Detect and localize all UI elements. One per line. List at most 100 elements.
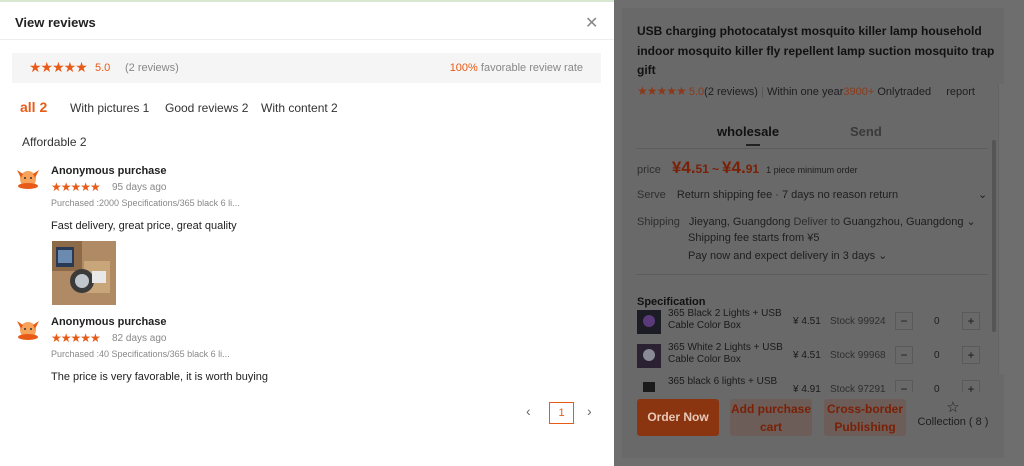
spec-price: ¥ 4.51 [793, 316, 821, 327]
review-count: (2 reviews) [125, 62, 179, 74]
review-item: Anonymous purchase ★★★★★ 95 days ago Pur… [16, 165, 596, 310]
product-card: USB charging photocatalyst mosquito kill… [622, 8, 1004, 458]
divider [636, 274, 988, 275]
increment-button[interactable]: + [962, 312, 980, 330]
quantity-value[interactable]: 0 [934, 350, 940, 361]
spec-thumbnail [637, 344, 661, 368]
divider [636, 148, 988, 149]
side-panel-edge [998, 84, 1024, 374]
shipping-row: Shipping Jieyang, Guangdong Deliver to G… [637, 215, 976, 228]
shipping-label: Shipping [637, 216, 680, 228]
favorable-rate-value: 100% [449, 62, 478, 74]
chevron-left-icon[interactable]: ‹ [526, 403, 531, 419]
action-bar: Order Now Add purchase cart Cross-border… [622, 392, 1004, 458]
deliver-to-label: Deliver to [793, 216, 840, 228]
purchased-spec: Purchased :2000 Specifications/365 black… [51, 198, 240, 208]
product-stars: ★★★★★ [637, 84, 687, 98]
filter-affordable[interactable]: Affordable 2 [22, 135, 87, 149]
review-item: Anonymous purchase ★★★★★ 82 days ago Pur… [16, 316, 596, 386]
shipping-fee: Shipping fee starts from ¥5 [688, 232, 820, 244]
review-stars: ★★★★★ [51, 331, 101, 345]
quantity-value[interactable]: 0 [934, 316, 940, 327]
spec-name: 365 Black 2 Lights + USB Cable Color Box [668, 308, 782, 331]
cross-border-label-2: Publishing [834, 420, 896, 434]
favorable-rate-label: favorable review rate [480, 62, 583, 74]
review-text: Fast delivery, great price, great qualit… [51, 220, 237, 232]
decrement-button[interactable]: − [895, 312, 913, 330]
spec-price: ¥ 4.51 [793, 350, 821, 361]
tab-wholesale[interactable]: wholesale [717, 124, 779, 139]
price-row: price ¥4.51 ~ ¥4.91 1 piece minimum orde… [637, 158, 858, 178]
within-label: Within one year [766, 86, 844, 98]
review-date: 95 days ago [112, 182, 167, 193]
reviews-dialog: View reviews ✕ ★★★★★ 5.0 (2 reviews) 100… [0, 0, 614, 466]
chevron-down-icon: ⌄ [878, 250, 888, 262]
filter-with-content[interactable]: With content 2 [261, 101, 338, 115]
filter-with-pictures[interactable]: With pictures 1 [70, 101, 149, 115]
rating-stars: ★★★★★ [29, 59, 88, 75]
decrement-button[interactable]: − [895, 346, 913, 364]
page-number-button[interactable]: 1 [549, 402, 574, 424]
spec-row: 365 White 2 Lights + USB Cable Color Box… [637, 342, 987, 372]
spec-name: 365 black 6 lights + USB [668, 376, 778, 387]
spec-stock: Stock 99968 [830, 350, 886, 361]
serve-row[interactable]: Serve Return shipping fee · 7 days no re… [637, 189, 898, 201]
close-icon[interactable]: ✕ [585, 13, 598, 33]
increment-button[interactable]: + [962, 346, 980, 364]
avatar [17, 321, 39, 340]
delivery-estimate-text: Pay now and expect delivery in 3 days [688, 250, 876, 262]
product-score: 5.0 [688, 86, 705, 98]
add-to-cart-button[interactable]: Add purchase cart [730, 399, 812, 436]
avatar [17, 170, 39, 189]
filter-all[interactable]: all 2 [20, 99, 47, 115]
spec-stock: Stock 99924 [830, 316, 886, 327]
chevron-down-icon[interactable]: ⌄ [967, 216, 976, 228]
spec-title: Specification [637, 296, 706, 308]
filter-good-reviews[interactable]: Good reviews 2 [165, 101, 248, 115]
review-photo[interactable] [52, 241, 116, 305]
serve-label: Serve [637, 189, 666, 201]
review-date: 82 days ago [112, 333, 167, 344]
chevron-right-icon[interactable]: › [587, 403, 592, 419]
traded-count: 3900+ [843, 86, 875, 98]
price-high-dec: 91 [745, 162, 760, 176]
traded-label: Onlytraded [877, 86, 932, 98]
product-detail-overlay: USB charging photocatalyst mosquito kill… [614, 0, 1024, 466]
reviewer-name: Anonymous purchase [51, 316, 167, 328]
rating-summary: ★★★★★ 5.0 (2 reviews) 100% favorable rev… [12, 53, 601, 83]
ship-from: Jieyang, Guangdong [688, 216, 791, 228]
review-text: The price is very favorable, it is worth… [51, 371, 269, 383]
spec-row: 365 Black 2 Lights + USB Cable Color Box… [637, 308, 987, 338]
price-label: price [637, 164, 661, 176]
product-review-count[interactable]: (2 reviews) [704, 86, 758, 98]
active-tab-indicator [746, 144, 760, 146]
product-title: USB charging photocatalyst mosquito kill… [637, 24, 995, 77]
favorable-rate: 100% favorable review rate [450, 62, 583, 74]
spec-thumbnail [637, 310, 661, 334]
price-low-int: ¥4. [671, 158, 696, 177]
rating-score: 5.0 [95, 62, 111, 74]
product-meta: ★★★★★ 5.0(2 reviews) | Within one year39… [637, 84, 975, 98]
delivery-estimate[interactable]: Pay now and expect delivery in 3 days ⌄ [688, 249, 887, 262]
price-sep: ~ [711, 162, 719, 176]
spec-thumbnail-image [637, 310, 661, 334]
dialog-title: View reviews [15, 15, 96, 30]
review-photo-image [52, 241, 116, 305]
cross-border-label-1: Cross-border [826, 402, 903, 416]
add-to-cart-label-2: cart [759, 420, 782, 434]
min-order: 1 piece minimum order [766, 165, 858, 175]
review-stars: ★★★★★ [51, 180, 101, 194]
scrollbar[interactable] [992, 140, 996, 332]
cross-border-publishing-button[interactable]: Cross-border Publishing [824, 399, 906, 436]
price-low-dec: 51 [695, 162, 709, 176]
report-link[interactable]: report [946, 86, 975, 98]
order-now-button[interactable]: Order Now [637, 399, 719, 436]
deliver-to[interactable]: Guangzhou, Guangdong [843, 216, 964, 228]
chevron-down-icon[interactable]: ⌄ [978, 188, 987, 201]
divider [0, 39, 614, 40]
price-high-int: ¥4. [722, 158, 746, 177]
star-outline-icon: ☆ [946, 399, 960, 416]
tab-send[interactable]: Send [850, 124, 882, 139]
collection-button[interactable]: ☆ Collection ( 8 ) [913, 399, 993, 429]
spec-name: 365 White 2 Lights + USB Cable Color Box [668, 342, 783, 365]
